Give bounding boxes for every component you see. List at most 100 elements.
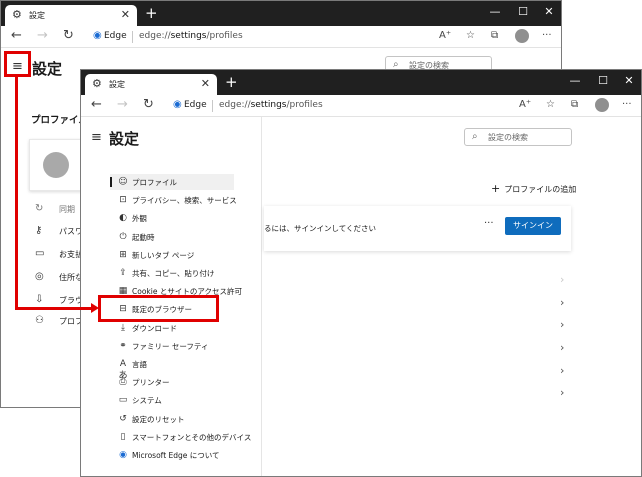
chevron-right-icon[interactable]: › [560, 296, 564, 309]
highlight-hamburger [4, 51, 31, 77]
settings-tab[interactable]: ⚙ 設定 ✕ [5, 5, 137, 26]
address-separator [212, 100, 213, 112]
share-icon: ⇪ [119, 268, 127, 278]
sidebar-item[interactable]: ⊡ プライバシー、検索、サービス [110, 192, 237, 208]
sidebar-item[interactable]: ⎙ プリンター [110, 374, 234, 390]
forward-arrow-icon[interactable]: → [117, 97, 128, 113]
title-bar: ⚙ 設定 ✕ + — ☐ ✕ [1, 1, 561, 26]
download-icon: ⤓ [121, 322, 125, 333]
tab-title: 設定 [109, 80, 125, 89]
sidebar-item[interactable]: ▭ システム [110, 392, 234, 408]
maximize-button[interactable]: ☐ [515, 4, 531, 20]
sidebar-item-label: Microsoft Edge について [132, 451, 220, 460]
sidebar-item[interactable]: ☺ プロファイル [110, 174, 234, 190]
sidebar-item-label: プリンター [132, 378, 170, 388]
system-icon: ▭ [118, 395, 128, 406]
signin-button[interactable]: サインイン [505, 217, 561, 235]
tab-close-icon[interactable]: ✕ [121, 8, 130, 21]
search-icon: ⌕ [472, 131, 478, 142]
sidebar-item[interactable]: ⇪ 共有、コピー、貼り付け [110, 265, 234, 281]
chevron-right-icon[interactable]: › [560, 273, 564, 286]
sidebar-item[interactable]: ⚭ ファミリー セーフティ [110, 338, 234, 354]
address-bar[interactable]: edge://settings/profiles [219, 100, 323, 110]
highlight-default-browser [98, 295, 219, 322]
sidebar-item-label: 新しいタブ ページ [132, 250, 195, 260]
sidebar-item[interactable]: ▯ スマートフォンとその他のデバイス [110, 429, 252, 445]
minimize-button[interactable]: — [567, 73, 583, 89]
sidebar-item[interactable]: ⏻ 起動時 [110, 229, 234, 245]
address-separator [132, 31, 133, 43]
back-arrow-icon[interactable]: ← [91, 97, 102, 113]
chevron-right-icon[interactable]: › [560, 364, 564, 377]
import-icon: ⇩ [35, 294, 44, 305]
page-title: 設定 [109, 130, 140, 148]
sidebar-item[interactable]: ↺ 設定のリセット [110, 411, 234, 427]
favorites-icon[interactable]: ☆ [546, 99, 555, 111]
sidebar-item[interactable]: Aあ 言語 [110, 356, 234, 381]
family-icon: ⚭ [119, 340, 127, 351]
browser-toolbar: ← → ↻ ◉ Edge edge://settings/profiles A⁺… [1, 26, 561, 48]
power-icon: ⏻ [119, 231, 127, 242]
browser-toolbar: ← → ↻ ◉ Edge edge://settings/profiles A⁺… [81, 95, 641, 117]
sidebar-item-label: 起動時 [132, 232, 155, 242]
avatar[interactable] [595, 98, 609, 112]
address-brand: Edge [184, 100, 207, 110]
more-menu-icon[interactable]: ··· [622, 99, 632, 111]
reset-icon: ↺ [119, 413, 127, 424]
edge-logo-icon: ◉ [93, 30, 102, 41]
address-bar[interactable]: edge://settings/profiles [139, 31, 243, 41]
favorites-icon[interactable]: ☆ [466, 30, 475, 42]
maximize-button[interactable]: ☐ [595, 73, 611, 89]
close-window-button[interactable]: ✕ [541, 4, 557, 20]
plus-icon: + [491, 182, 501, 195]
profile-settings-icon: ⚇ [35, 315, 44, 326]
sidebar-item-label: スマートフォンとその他のデバイス [132, 432, 252, 442]
more-menu-icon[interactable]: ··· [542, 30, 552, 42]
settings-main [263, 117, 641, 476]
chevron-right-icon[interactable]: › [560, 386, 564, 399]
forward-arrow-icon[interactable]: → [37, 28, 48, 44]
gear-icon: ⚙ [92, 77, 102, 90]
sidebar-item[interactable]: ⊞ 新しいタブ ページ [110, 247, 234, 263]
sidebar-item-label: プライバシー、検索、サービス [132, 196, 237, 206]
hamburger-menu-icon[interactable]: ≡ [91, 131, 102, 145]
appearance-icon: ◐ [119, 213, 127, 224]
add-profile-button[interactable]: + プロファイルの追加 [491, 182, 576, 195]
read-aloud-icon[interactable]: A⁺ [519, 99, 531, 111]
phone-icon: ▯ [120, 431, 126, 442]
avatar[interactable] [515, 29, 529, 43]
chevron-right-icon[interactable]: › [560, 318, 564, 331]
card-icon: ▭ [35, 248, 45, 259]
more-options-icon[interactable]: ··· [484, 218, 494, 229]
sync-icon: ↻ [35, 203, 44, 214]
search-placeholder: 設定の検索 [488, 133, 528, 142]
front-browser-window: ⚙ 設定 ✕ + — ☐ ✕ ← → ↻ ◉ Edge edge://setti… [80, 69, 642, 477]
sidebar-item-label: ファミリー セーフティ [132, 341, 209, 351]
minimize-button[interactable]: — [487, 4, 503, 20]
search-input[interactable]: ⌕ 設定の検索 [464, 128, 572, 146]
new-tab-icon: ⊞ [119, 249, 127, 260]
collections-icon[interactable]: ⧉ [571, 99, 578, 111]
lock-icon: ⊡ [119, 195, 127, 206]
location-icon: ◎ [35, 271, 44, 282]
chevron-right-icon[interactable]: › [560, 341, 564, 354]
refresh-icon[interactable]: ↻ [143, 97, 154, 113]
tab-close-icon[interactable]: ✕ [201, 77, 210, 90]
title-bar: ⚙ 設定 ✕ + — ☐ ✕ [81, 70, 641, 95]
connector-line-vertical [15, 77, 18, 310]
sidebar-item[interactable]: ◉ Microsoft Edge について [110, 447, 234, 463]
profile-icon: ☺ [118, 177, 128, 187]
printer-icon: ⎙ [119, 377, 127, 388]
close-window-button[interactable]: ✕ [621, 73, 637, 89]
read-aloud-icon[interactable]: A⁺ [439, 30, 451, 42]
new-tab-button[interactable]: + [225, 73, 238, 91]
refresh-icon[interactable]: ↻ [63, 28, 74, 44]
sidebar-item-label: プロファイル [132, 178, 177, 187]
back-arrow-icon[interactable]: ← [11, 28, 22, 44]
collections-icon[interactable]: ⧉ [491, 30, 498, 42]
profile-avatar [43, 152, 69, 178]
new-tab-button[interactable]: + [145, 4, 158, 22]
gear-icon: ⚙ [12, 8, 22, 21]
settings-tab[interactable]: ⚙ 設定 ✕ [85, 74, 217, 95]
sidebar-item[interactable]: ◐ 外観 [110, 210, 234, 226]
